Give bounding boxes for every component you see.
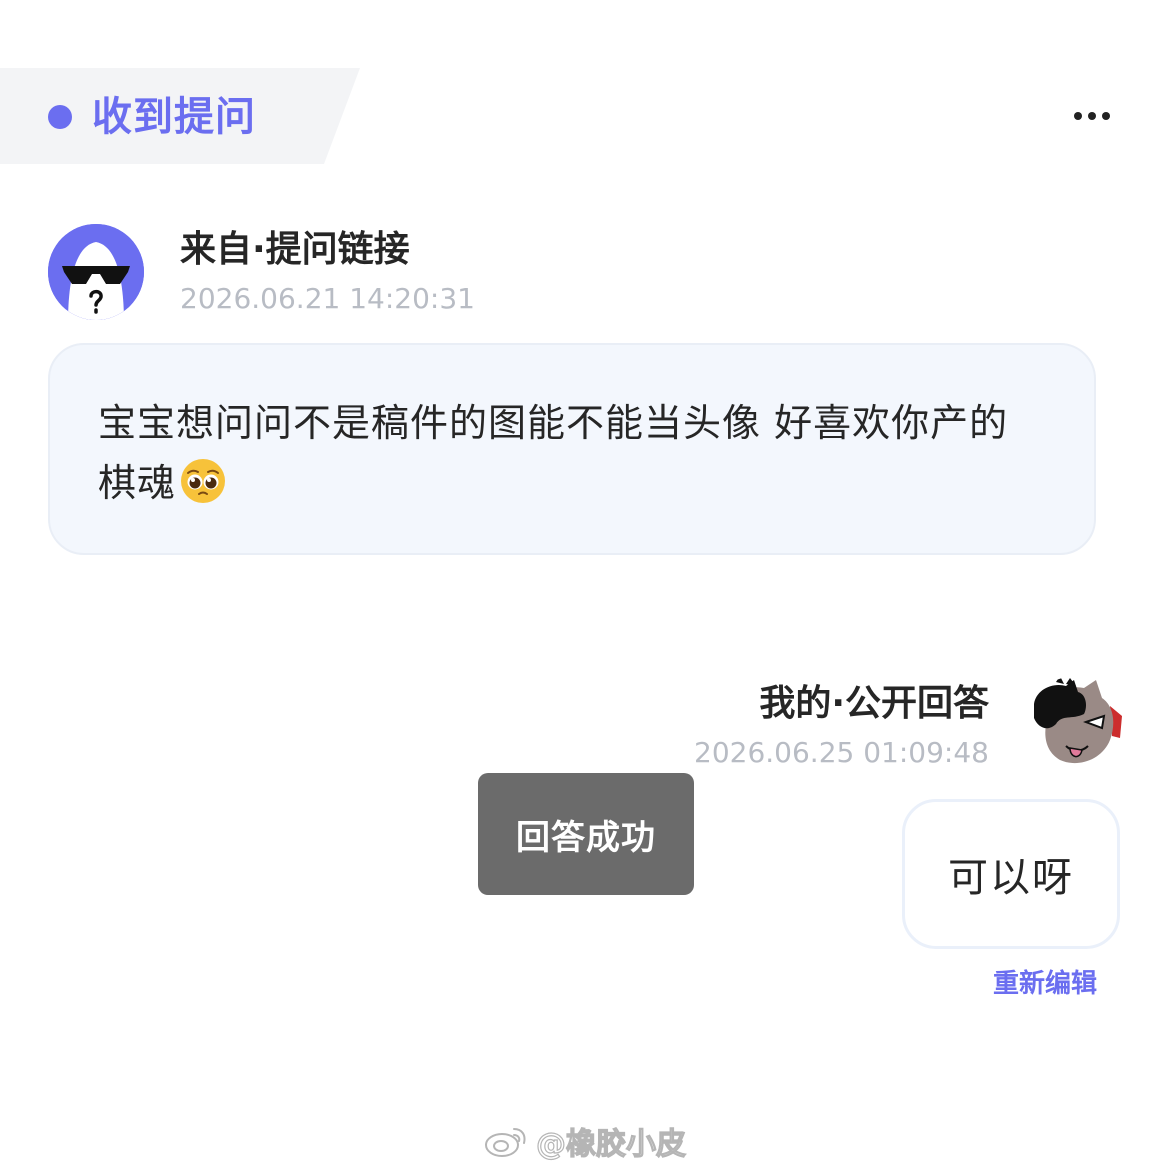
question-timestamp: 2026.06.21 14:20:31	[180, 282, 475, 315]
question-text: 宝宝想问问不是稿件的图能不能当头像 好喜欢你产的棋魂	[98, 393, 1046, 513]
dot	[1074, 112, 1082, 120]
page-title: 收到提问	[92, 94, 256, 140]
success-toast: 回答成功	[478, 773, 694, 895]
question-text-content: 宝宝想问问不是稿件的图能不能当头像 好喜欢你产的棋魂	[98, 401, 1009, 505]
answer-source: 我的·公开回答	[759, 683, 989, 724]
watermark: @橡胶小皮	[484, 1120, 687, 1163]
asker-avatar	[48, 224, 144, 320]
header-dot	[48, 105, 72, 129]
answer-bubble: 可以呀	[902, 799, 1120, 949]
dot	[1088, 112, 1096, 120]
anonymous-avatar-icon	[48, 224, 144, 320]
re-edit-link[interactable]: 重新编辑	[993, 966, 1097, 1002]
answer-timestamp: 2026.06.25 01:09:48	[694, 736, 989, 769]
answer-text: 可以呀	[948, 855, 1074, 901]
weibo-logo-icon	[485, 1128, 526, 1157]
toast-text: 回答成功	[516, 817, 656, 858]
watermark-text: @橡胶小皮	[535, 1126, 686, 1162]
my-avatar	[1026, 676, 1126, 776]
question-bubble: 宝宝想问问不是稿件的图能不能当头像 好喜欢你产的棋魂	[48, 343, 1096, 555]
dot	[1102, 112, 1110, 120]
cartoon-avatar-icon	[1026, 676, 1126, 776]
pleading-face-icon	[181, 459, 226, 503]
more-options-button[interactable]	[1068, 100, 1116, 132]
question-source: 来自·提问链接	[180, 229, 410, 270]
